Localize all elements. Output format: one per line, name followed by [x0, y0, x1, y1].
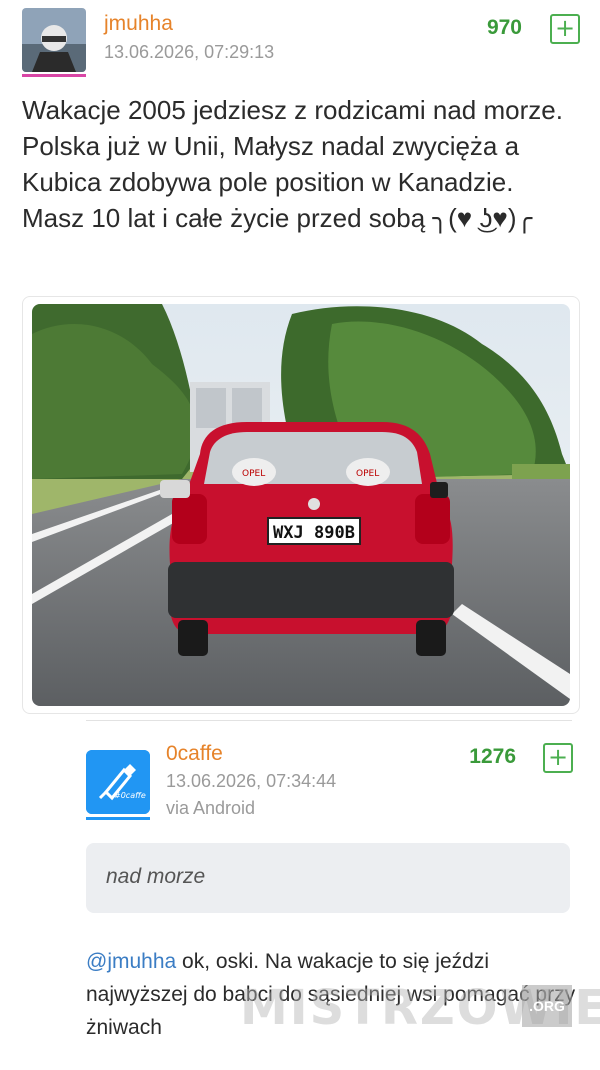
quote-text: nad morze: [106, 865, 206, 888]
comment-avatar-underline: [86, 817, 150, 820]
comment-vote-count: 1276: [469, 745, 516, 768]
comment-upvote-plus-icon[interactable]: +: [543, 743, 573, 773]
headrest-right-label: OPEL: [356, 469, 379, 479]
vote-count: 970: [486, 16, 522, 39]
upvote-plus-icon[interactable]: +: [550, 14, 580, 44]
comment-avatar-label: #0caffe: [114, 791, 146, 800]
quote-block: nad morze: [86, 843, 570, 913]
post-text: Wakacje 2005 jedziesz z rodzicami nad mo…: [22, 95, 563, 233]
timestamp: 13.06.2026, 07:29:13: [104, 42, 275, 62]
divider: [86, 720, 572, 721]
avatar-underline: [22, 74, 86, 77]
comment-username[interactable]: 0caffe: [166, 742, 223, 766]
comment-via: via Android: [166, 798, 256, 818]
headrest-left-label: OPEL: [242, 469, 265, 479]
mention-link[interactable]: @jmuhha: [86, 950, 176, 973]
watermark-org: .ORG: [522, 985, 572, 1027]
license-plate: WXJ 890B: [273, 523, 355, 543]
post-photo[interactable]: OPEL OPEL WXJ 890B: [32, 304, 570, 706]
username[interactable]: jmuhha: [104, 12, 173, 36]
comment-avatar[interactable]: #0caffe: [86, 750, 150, 814]
comment-timestamp: 13.06.2026, 07:34:44: [166, 771, 337, 791]
avatar[interactable]: [22, 8, 86, 72]
photo-card[interactable]: OPEL OPEL WXJ 890B: [22, 296, 580, 714]
